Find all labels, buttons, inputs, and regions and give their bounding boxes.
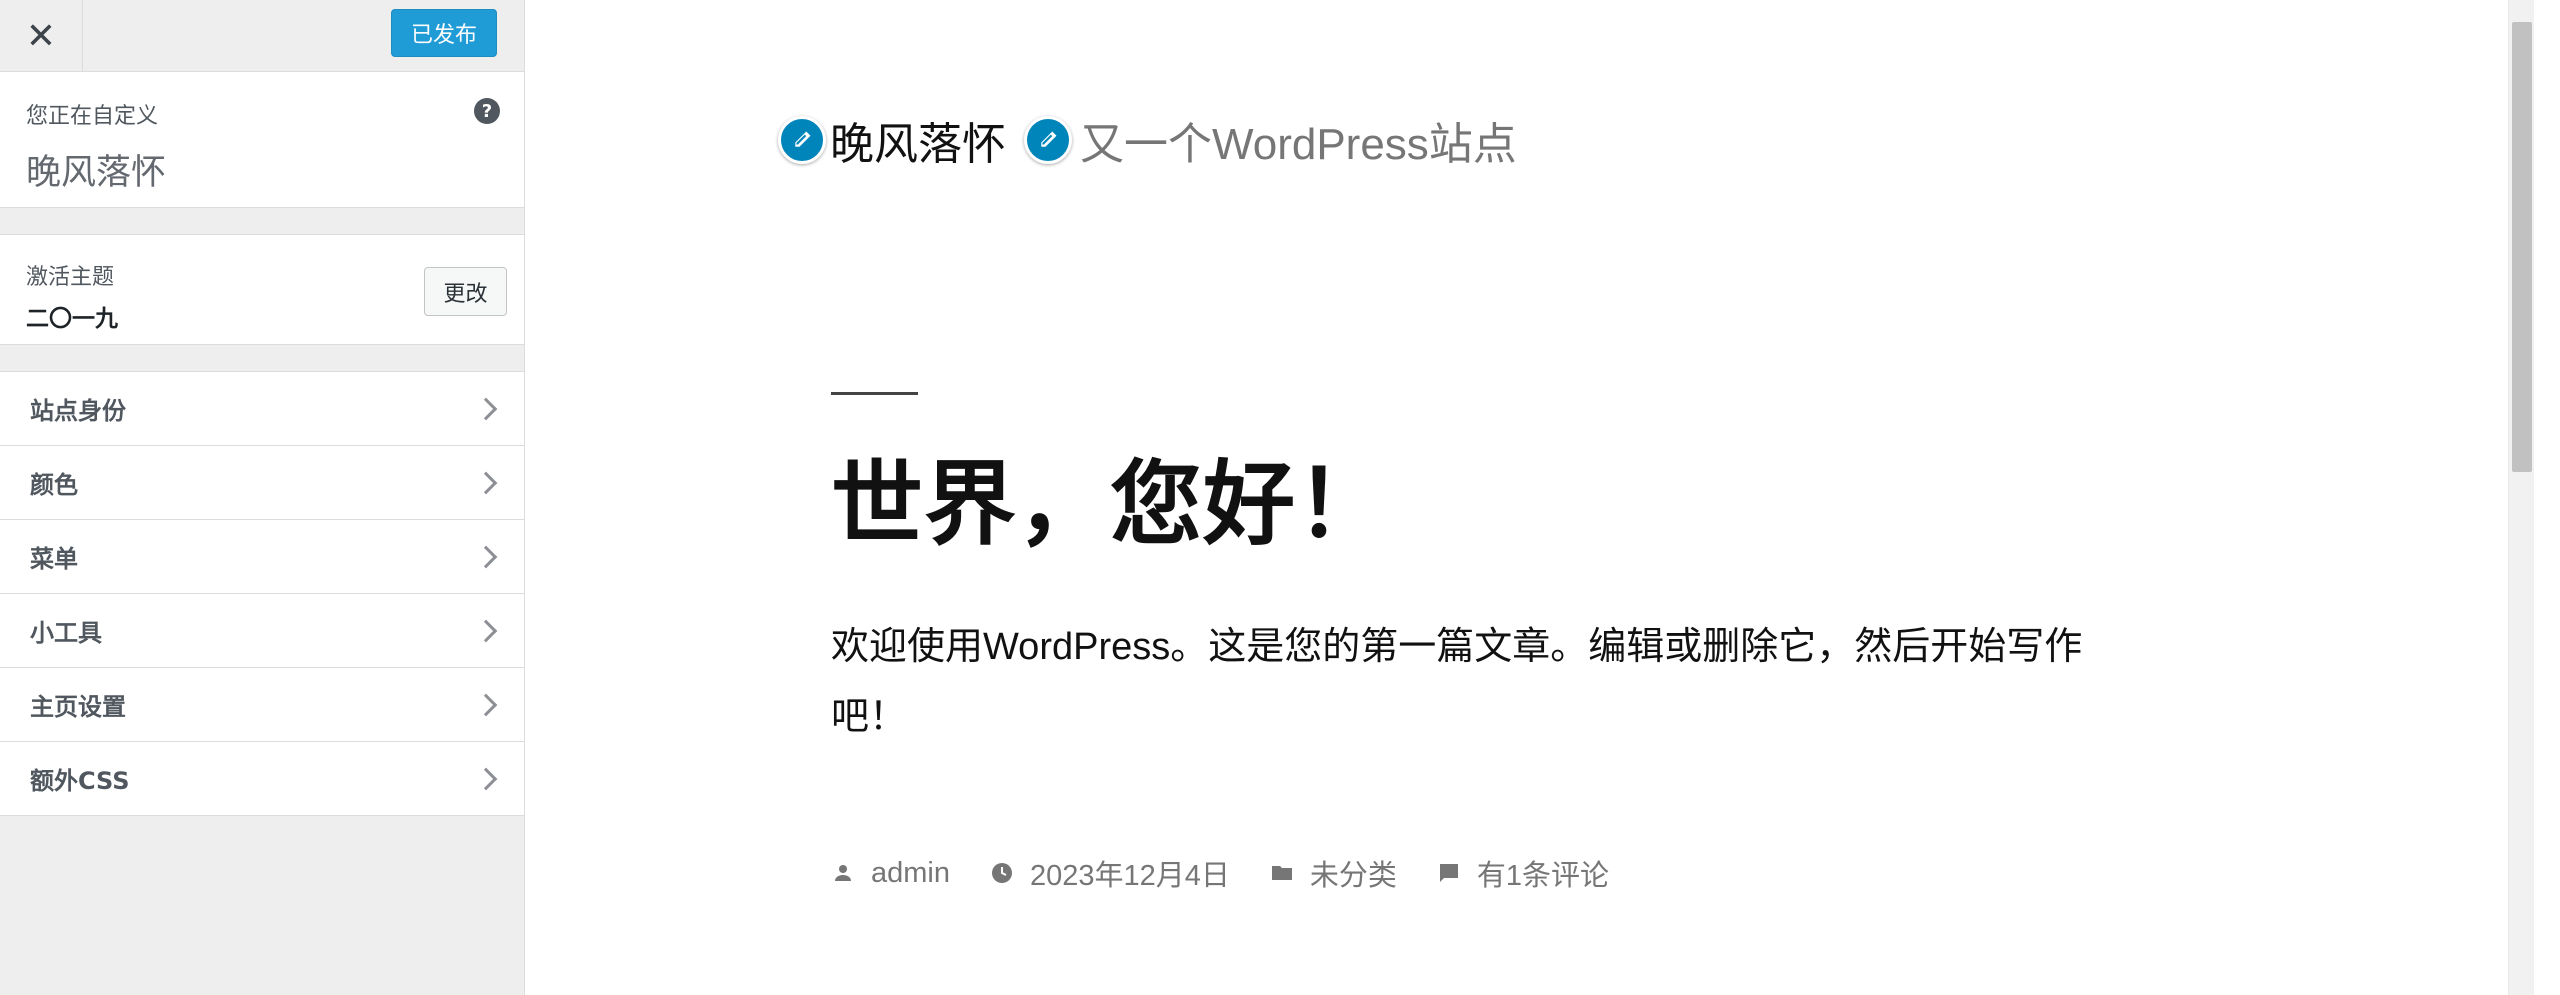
- author-link[interactable]: admin: [871, 857, 950, 890]
- help-icon[interactable]: ?: [474, 98, 500, 124]
- chevron-right-icon: [474, 471, 498, 494]
- chevron-right-icon: [474, 397, 498, 420]
- customizer-sidebar: ✕ 已发布 您正在自定义 晚风落怀 ? 激活主题 二〇一九 更改 站点身份 颜色…: [0, 0, 525, 995]
- post-title-link[interactable]: 世界，您好！: [831, 430, 1389, 563]
- date-link[interactable]: 2023年12月4日: [1030, 852, 1230, 894]
- section-label: 额外CSS: [30, 767, 130, 795]
- chevron-right-icon: [474, 767, 498, 790]
- section-homepage-settings[interactable]: 主页设置: [0, 668, 524, 742]
- chevron-right-icon: [474, 619, 498, 642]
- chevron-right-icon: [474, 545, 498, 568]
- section-label: 小工具: [30, 619, 102, 647]
- section-label: 站点身份: [30, 397, 126, 425]
- category-link[interactable]: 未分类: [1310, 852, 1397, 894]
- preview-scrollbar[interactable]: [2508, 0, 2534, 995]
- site-description: 又一个WordPress站点: [1080, 120, 1517, 169]
- edit-site-title-shortcut[interactable]: [778, 116, 826, 164]
- section-widgets[interactable]: 小工具: [0, 594, 524, 668]
- customizer-sections-list: 站点身份 颜色 菜单 小工具 主页设置 额外CSS: [0, 371, 524, 816]
- meta-comments: 有1条评论: [1437, 852, 1609, 894]
- publish-button[interactable]: 已发布: [391, 9, 497, 57]
- post-meta: admin 2023年12月4日 未分类 有1条评论: [831, 852, 1649, 894]
- section-label: 菜单: [30, 545, 78, 573]
- section-menus[interactable]: 菜单: [0, 520, 524, 594]
- pencil-icon: [1041, 131, 1057, 147]
- customize-info-panel: 您正在自定义 晚风落怀 ?: [0, 72, 524, 208]
- site-title-link[interactable]: 晚风落怀: [830, 108, 1006, 172]
- customizing-site-name: 晚风落怀: [26, 153, 167, 193]
- section-additional-css[interactable]: 额外CSS: [0, 742, 524, 816]
- section-gap: [0, 208, 524, 234]
- site-preview: 晚风落怀 又一个WordPress站点 世界，您好！ 欢迎使用WordPress…: [526, 0, 2534, 995]
- scrollbar-thumb[interactable]: [2512, 22, 2532, 472]
- section-label: 颜色: [30, 471, 78, 499]
- post-content: 欢迎使用WordPress。这是您的第一篇文章。编辑或删除它，然后开始写作吧！: [831, 626, 2083, 738]
- comments-link[interactable]: 有1条评论: [1477, 852, 1609, 894]
- active-theme-panel: 激活主题 二〇一九 更改: [0, 234, 524, 345]
- folder-icon: [1271, 866, 1292, 880]
- meta-category: 未分类: [1270, 852, 1397, 894]
- section-gap: [0, 345, 524, 371]
- pencil-icon: [795, 131, 811, 147]
- section-colors[interactable]: 颜色: [0, 446, 524, 520]
- edit-site-description-shortcut[interactable]: [1024, 116, 1072, 164]
- entry-title-divider: [831, 392, 918, 395]
- section-site-identity[interactable]: 站点身份: [0, 372, 524, 446]
- close-customizer-button[interactable]: ✕: [0, 0, 83, 72]
- section-label: 主页设置: [30, 693, 126, 721]
- clock-icon: [992, 863, 1012, 883]
- customizing-label: 您正在自定义: [26, 104, 159, 129]
- comment-icon: [1439, 864, 1458, 882]
- person-icon: [835, 865, 851, 881]
- close-icon: ✕: [25, 15, 57, 57]
- chevron-right-icon: [474, 693, 498, 716]
- customizer-header: ✕ 已发布: [0, 0, 524, 72]
- meta-date: 2023年12月4日: [990, 852, 1230, 894]
- site-branding: 晚风落怀 又一个WordPress站点: [778, 108, 1517, 172]
- change-theme-button[interactable]: 更改: [424, 267, 507, 316]
- meta-author: admin: [831, 857, 950, 890]
